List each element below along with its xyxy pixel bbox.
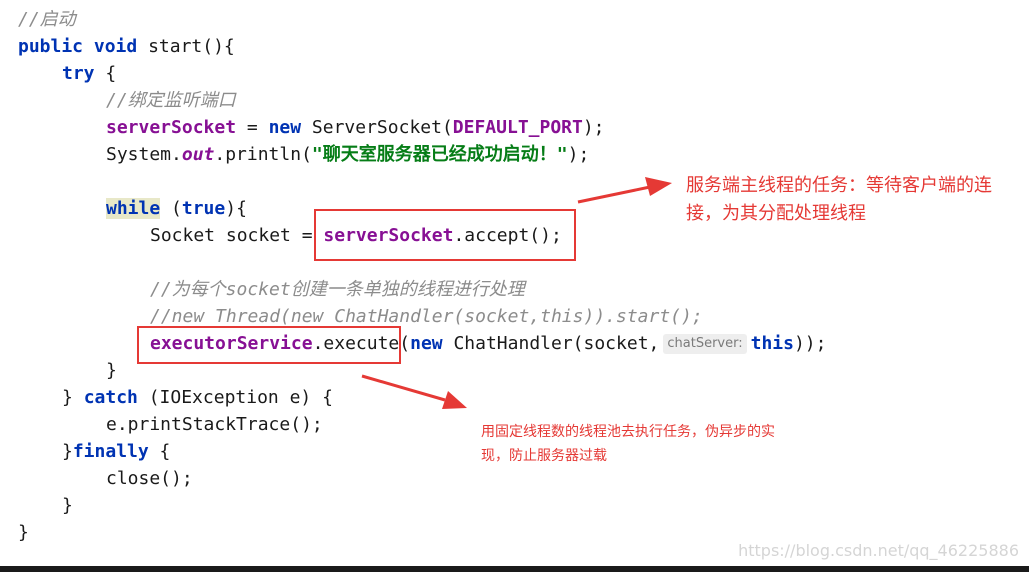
bottom-border — [0, 566, 1029, 572]
annotation-server-task: 服务端主线程的任务：等待客户端的连接，为其分配处理线程 — [686, 175, 992, 224]
annotation-thread-pool: 用固定线程数的线程池去执行任务，伪异步的实现，防止服务器过载 — [481, 424, 775, 464]
annotation-arrows — [361, 177, 672, 409]
arrow-head-thread-pool — [442, 391, 467, 409]
arrow-line-thread-pool — [361, 374, 446, 402]
arrow-head-server-task — [645, 177, 672, 196]
watermark: https://blog.csdn.net/qq_46225886 — [738, 541, 1019, 560]
arrow-line-server-task — [577, 185, 651, 204]
